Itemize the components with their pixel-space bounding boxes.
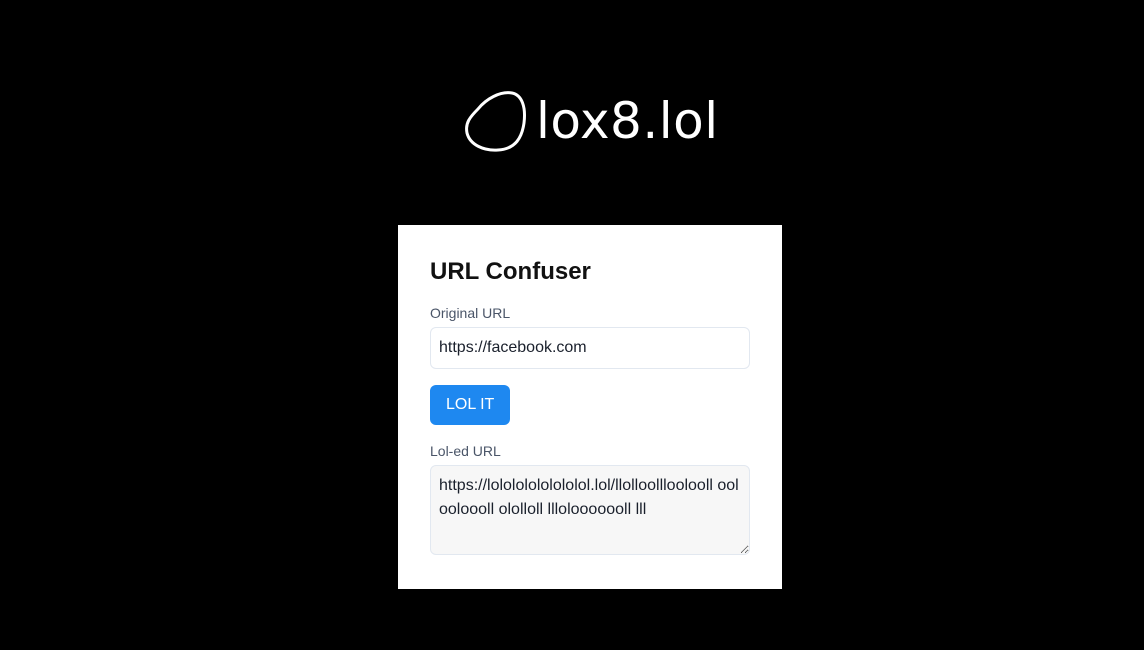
url-confuser-card: URL Confuser Original URL LOL IT Lol-ed … bbox=[398, 225, 782, 589]
card-title: URL Confuser bbox=[430, 258, 591, 285]
site-logo[interactable]: lox8.lol bbox=[464, 88, 719, 154]
lol-it-button[interactable]: LOL IT bbox=[430, 385, 511, 425]
loled-url-label: Lol-ed URL bbox=[430, 443, 501, 459]
blob-outline-icon bbox=[465, 91, 526, 152]
original-url-input[interactable] bbox=[430, 327, 750, 369]
logo-text: lox8.lol bbox=[536, 92, 719, 150]
loled-url-output[interactable]: https://lolololololololol.lol/llolloolll… bbox=[430, 465, 750, 555]
page: lox8.lol URL Confuser Original URL LOL I… bbox=[0, 0, 1144, 650]
original-url-label: Original URL bbox=[430, 305, 511, 321]
